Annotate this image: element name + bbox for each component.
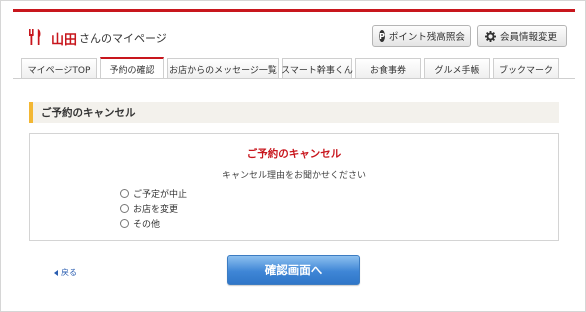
- member-info-button[interactable]: 会員情報変更: [477, 25, 567, 47]
- reason-label: その他: [133, 219, 161, 230]
- back-link[interactable]: 戻る: [54, 267, 77, 278]
- fork-knife-logo-icon: [27, 28, 45, 46]
- member-info-label: 会員情報変更: [500, 32, 558, 43]
- page-title: さんのマイページ: [79, 32, 167, 45]
- points-balance-label: ポイント残高照会: [388, 32, 465, 43]
- section-heading: ご予約のキャンセル: [29, 102, 559, 123]
- reason-option-cancelled[interactable]: ご予定が中止: [120, 186, 187, 200]
- tab-reservation[interactable]: 予約の確認: [100, 57, 164, 79]
- confirm-button[interactable]: 確認画面へ: [227, 255, 360, 285]
- tab-bar: マイページTOP 予約の確認 お店からのメッセージ一覧 スマート幹事くん お食事…: [21, 57, 567, 79]
- tab-smart-kanji[interactable]: スマート幹事くん: [281, 58, 353, 79]
- points-icon: P: [379, 30, 385, 42]
- tab-meal-tickets[interactable]: お食事券: [355, 58, 421, 79]
- radio-button[interactable]: [120, 203, 129, 213]
- points-balance-button[interactable]: P ポイント残高照会: [372, 25, 471, 47]
- header: 山田 さんのマイページ P ポイント残高照会 会員情報変更: [13, 12, 575, 60]
- panel-subtitle: キャンセル理由をお聞かせください: [221, 171, 366, 181]
- back-arrow-icon: [54, 269, 58, 276]
- tab-messages[interactable]: お店からのメッセージ一覧: [167, 58, 279, 79]
- tab-mypage-top[interactable]: マイページTOP: [21, 58, 97, 79]
- radio-button[interactable]: [120, 218, 129, 228]
- radio-button[interactable]: [120, 188, 129, 198]
- reason-option-changed-shop[interactable]: お店を変更: [120, 201, 178, 215]
- panel-title: ご予約のキャンセル: [246, 148, 342, 160]
- user-name: 山田: [51, 33, 78, 48]
- reason-option-other[interactable]: その他: [120, 216, 160, 230]
- tab-baseline: [13, 78, 575, 79]
- gear-icon: [484, 30, 496, 42]
- tab-bookmarks[interactable]: ブックマーク: [493, 58, 559, 79]
- reason-label: ご予定が中止: [133, 189, 188, 200]
- back-label: 戻る: [61, 268, 77, 277]
- tab-gourmet-notebook[interactable]: グルメ手帳: [424, 58, 490, 79]
- reason-label: お店を変更: [133, 204, 179, 215]
- cancel-panel: ご予約のキャンセル キャンセル理由をお聞かせください ご予定が中止 お店を変更 …: [29, 133, 559, 241]
- page-frame: 山田 さんのマイページ P ポイント残高照会 会員情報変更 マイページTOP 予…: [0, 0, 586, 312]
